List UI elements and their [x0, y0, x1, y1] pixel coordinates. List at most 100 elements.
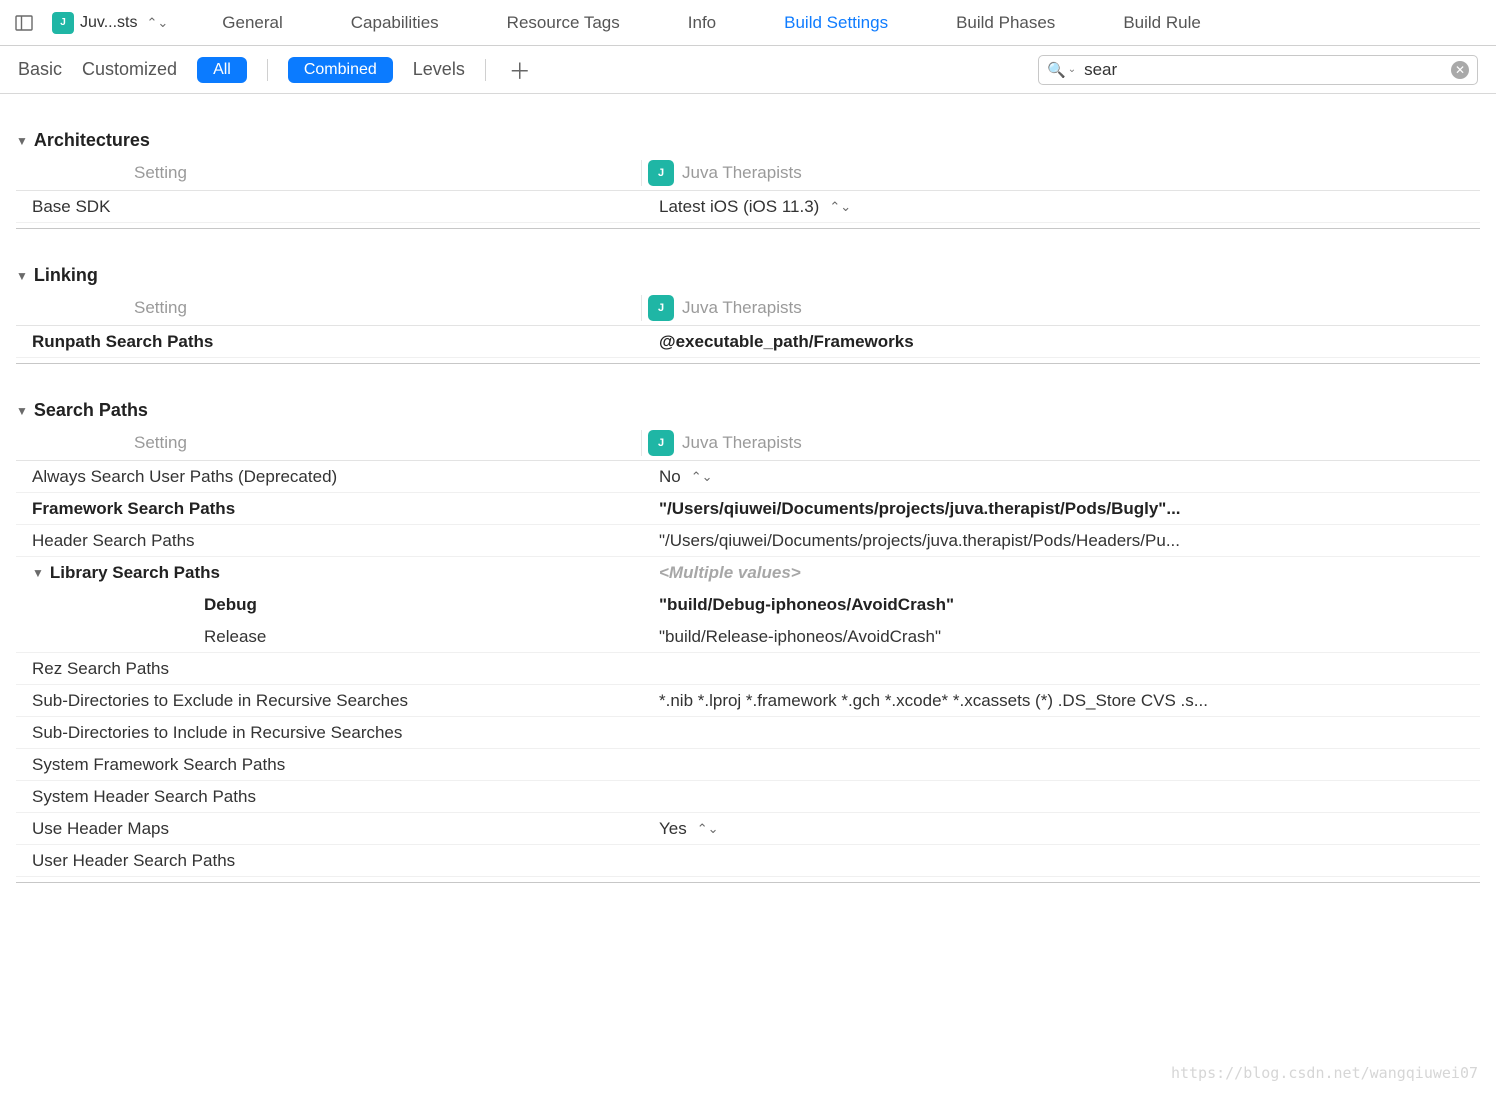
setting-label: Sub-Directories to Exclude in Recursive …	[16, 691, 641, 711]
tab-general[interactable]: General	[188, 0, 316, 46]
setting-row-header[interactable]: Header Search Paths "/Users/qiuwei/Docum…	[16, 525, 1480, 557]
target-app-icon: J	[648, 160, 674, 186]
chevron-updown-icon: ⌃⌄	[147, 15, 169, 31]
section-linking: ▼ Linking Setting J Juva Therapists Runp…	[16, 265, 1480, 364]
filter-basic[interactable]: Basic	[18, 55, 62, 84]
setting-label: Base SDK	[16, 197, 641, 217]
section-divider	[16, 227, 1480, 229]
popup-arrows-icon: ⌃⌄	[829, 199, 851, 215]
section-title: Architectures	[34, 130, 150, 151]
setting-row-rez[interactable]: Rez Search Paths	[16, 653, 1480, 685]
tab-info[interactable]: Info	[654, 0, 750, 46]
section-header[interactable]: ▼ Search Paths	[16, 400, 1480, 425]
target-name-label: Juv...sts	[80, 14, 138, 32]
setting-row-exclude[interactable]: Sub-Directories to Exclude in Recursive …	[16, 685, 1480, 717]
setting-row-library-release[interactable]: Release "build/Release-iphoneos/AvoidCra…	[16, 621, 1480, 653]
target-app-icon: J	[52, 12, 74, 34]
setting-label: System Framework Search Paths	[16, 755, 641, 775]
columns-header: Setting J Juva Therapists	[16, 290, 1480, 326]
add-setting-button[interactable]: ＋	[506, 54, 534, 86]
filter-combined[interactable]: Combined	[288, 57, 393, 83]
filter-levels[interactable]: Levels	[413, 55, 465, 84]
section-search-paths: ▼ Search Paths Setting J Juva Therapists…	[16, 400, 1480, 883]
popup-arrows-icon: ⌃⌄	[697, 821, 719, 837]
column-setting-label: Setting	[16, 433, 641, 453]
value-text: Latest iOS (iOS 11.3)	[659, 197, 819, 217]
column-setting-label: Setting	[16, 163, 641, 183]
setting-label: Rez Search Paths	[16, 659, 641, 679]
setting-value[interactable]: "build/Debug-iphoneos/AvoidCrash"	[641, 595, 1480, 615]
setting-row-runpath[interactable]: Runpath Search Paths @executable_path/Fr…	[16, 326, 1480, 358]
disclosure-triangle-icon[interactable]: ▼	[16, 134, 28, 148]
column-setting-label: Setting	[16, 298, 641, 318]
setting-label: User Header Search Paths	[16, 851, 641, 871]
tab-build-rules[interactable]: Build Rule	[1089, 0, 1235, 46]
setting-row-library[interactable]: ▼ Library Search Paths <Multiple values>	[16, 557, 1480, 589]
setting-row-use-header-maps[interactable]: Use Header Maps Yes ⌃⌄	[16, 813, 1480, 845]
target-app-icon: J	[648, 430, 674, 456]
setting-row-framework[interactable]: Framework Search Paths "/Users/qiuwei/Do…	[16, 493, 1480, 525]
setting-label: Runpath Search Paths	[16, 332, 641, 352]
search-options-chevron-icon[interactable]: ⌄	[1068, 64, 1076, 75]
setting-row-always-search[interactable]: Always Search User Paths (Deprecated) No…	[16, 461, 1480, 493]
search-input[interactable]	[1084, 60, 1451, 80]
setting-row-include[interactable]: Sub-Directories to Include in Recursive …	[16, 717, 1480, 749]
tab-capabilities[interactable]: Capabilities	[317, 0, 473, 46]
section-header[interactable]: ▼ Linking	[16, 265, 1480, 290]
setting-value[interactable]: "build/Release-iphoneos/AvoidCrash"	[641, 627, 1480, 647]
setting-value[interactable]: No ⌃⌄	[641, 467, 1480, 487]
filter-bar: Basic Customized All Combined Levels ＋ 🔍…	[0, 46, 1496, 94]
tab-resource-tags[interactable]: Resource Tags	[473, 0, 654, 46]
section-divider	[16, 881, 1480, 883]
tab-build-phases[interactable]: Build Phases	[922, 0, 1089, 46]
setting-label: Header Search Paths	[16, 531, 641, 551]
setting-label: Sub-Directories to Include in Recursive …	[16, 723, 641, 743]
popup-arrows-icon: ⌃⌄	[691, 469, 713, 485]
column-target: J Juva Therapists	[641, 160, 1480, 186]
setting-row-sys-framework[interactable]: System Framework Search Paths	[16, 749, 1480, 781]
setting-row-library-debug[interactable]: Debug "build/Debug-iphoneos/AvoidCrash"	[16, 589, 1480, 621]
setting-label: System Header Search Paths	[16, 787, 641, 807]
value-text: Yes	[659, 819, 687, 839]
value-text: No	[659, 467, 681, 487]
column-target: J Juva Therapists	[641, 430, 1480, 456]
setting-value[interactable]: Yes ⌃⌄	[641, 819, 1480, 839]
search-field[interactable]: 🔍 ⌄ ✕	[1038, 55, 1478, 85]
sidebar-toggle-button[interactable]	[10, 9, 38, 37]
column-target-label: Juva Therapists	[682, 298, 802, 318]
disclosure-triangle-icon[interactable]: ▼	[32, 566, 44, 580]
tab-build-settings[interactable]: Build Settings	[750, 0, 922, 46]
separator	[267, 59, 268, 81]
setting-row-user-header[interactable]: User Header Search Paths	[16, 845, 1480, 877]
setting-value[interactable]: Latest iOS (iOS 11.3) ⌃⌄	[641, 197, 1480, 217]
setting-row-base-sdk[interactable]: Base SDK Latest iOS (iOS 11.3) ⌃⌄	[16, 191, 1480, 223]
target-selector[interactable]: J Juv...sts ⌃⌄	[52, 12, 168, 34]
setting-value[interactable]: <Multiple values>	[641, 563, 1480, 583]
setting-label: Always Search User Paths (Deprecated)	[16, 467, 641, 487]
setting-row-sys-header[interactable]: System Header Search Paths	[16, 781, 1480, 813]
filter-all[interactable]: All	[197, 57, 247, 83]
clear-search-button[interactable]: ✕	[1451, 61, 1469, 79]
column-target-label: Juva Therapists	[682, 163, 802, 183]
column-target: J Juva Therapists	[641, 295, 1480, 321]
setting-label: Debug	[16, 595, 641, 615]
setting-value[interactable]: *.nib *.lproj *.framework *.gch *.xcode*…	[641, 691, 1480, 711]
separator	[485, 59, 486, 81]
setting-value[interactable]: "/Users/qiuwei/Documents/projects/juva.t…	[641, 531, 1480, 551]
disclosure-triangle-icon[interactable]: ▼	[16, 404, 28, 418]
section-title: Linking	[34, 265, 98, 286]
setting-value[interactable]: @executable_path/Frameworks	[641, 332, 1480, 352]
search-icon: 🔍	[1047, 61, 1066, 79]
section-title: Search Paths	[34, 400, 148, 421]
disclosure-triangle-icon[interactable]: ▼	[16, 269, 28, 283]
setting-value[interactable]: "/Users/qiuwei/Documents/projects/juva.t…	[641, 499, 1480, 519]
sidebar-icon	[15, 14, 33, 32]
columns-header: Setting J Juva Therapists	[16, 425, 1480, 461]
section-header[interactable]: ▼ Architectures	[16, 130, 1480, 155]
editor-tab-bar: J Juv...sts ⌃⌄ General Capabilities Reso…	[0, 0, 1496, 46]
filter-customized[interactable]: Customized	[82, 55, 177, 84]
section-architectures: ▼ Architectures Setting J Juva Therapist…	[16, 130, 1480, 229]
setting-label: ▼ Library Search Paths	[16, 563, 641, 583]
setting-label: Framework Search Paths	[16, 499, 641, 519]
watermark: https://blog.csdn.net/wangqiuwei07	[1171, 1064, 1478, 1082]
